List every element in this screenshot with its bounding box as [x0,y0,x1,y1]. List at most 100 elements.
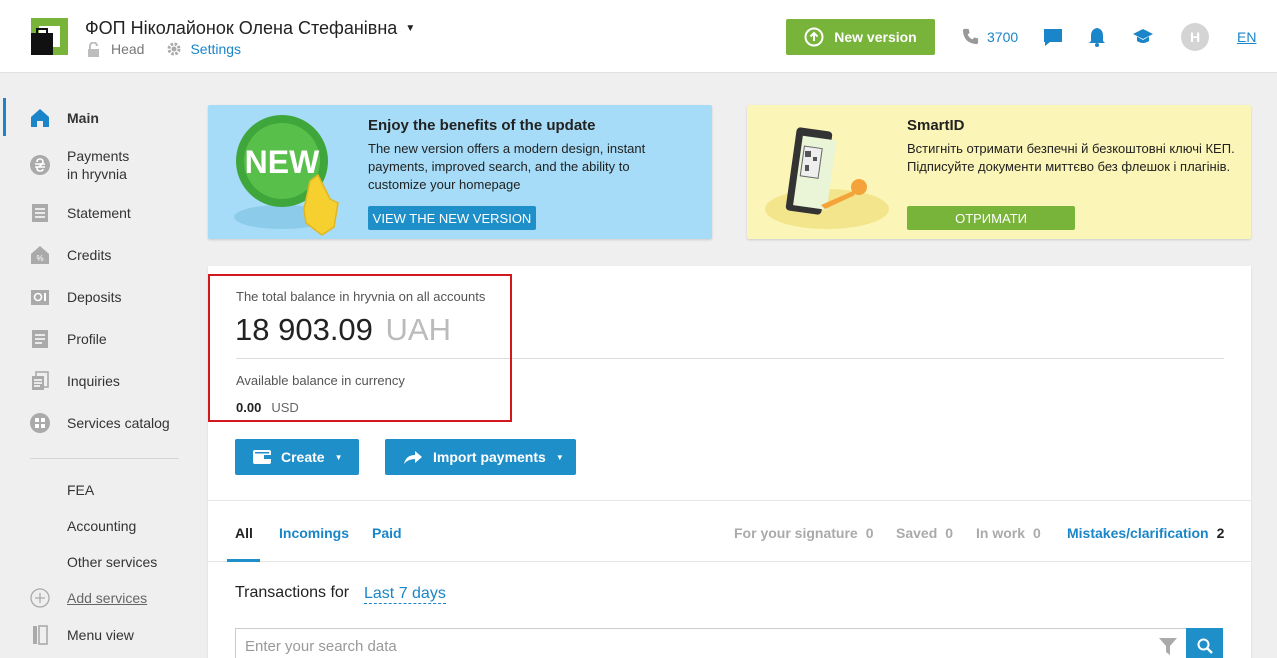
promo-card-smartid: SmartID Встигніть отримати безпечні й бе… [747,105,1251,239]
search-box [235,628,1186,658]
sidebar-item-fea[interactable]: FEA [0,480,195,500]
transactions-label: Transactions for [235,584,350,601]
statement-icon [32,204,48,222]
stat-label: In work [976,525,1026,541]
sidebar-item-accounting[interactable]: Accounting [0,516,195,536]
add-services-label: Add services [67,590,148,606]
chat-icon[interactable] [1042,26,1064,48]
search-button[interactable] [1186,628,1223,658]
bell-icon[interactable] [1086,26,1108,48]
active-tab-indicator [227,559,260,562]
sidebar-item-label: Inquiries [67,373,120,389]
smartid-illustration [765,127,889,229]
top-header: ФОП Ніколайонок Олена Стефанівна ▼ Head S… [0,0,1277,73]
phone-icon [962,28,979,45]
sidebar-item-statement[interactable]: Statement [0,203,195,223]
sidebar-item-label: FEA [67,482,95,498]
sidebar-item-label: Statement [67,205,131,221]
unlock-icon [88,41,99,57]
stat-count: 0 [1033,525,1041,541]
plus-circle-icon [30,588,50,608]
sidebar-item-label: Deposits [67,289,122,305]
period-selector[interactable]: Last 7 days [364,584,446,604]
sidebar-item-deposits[interactable]: Deposits [0,287,195,307]
tab-all[interactable]: All [235,525,253,541]
search-icon [1197,638,1213,654]
stat-label: Saved [896,525,938,541]
company-selector[interactable]: ФОП Ніколайонок Олена Стефанівна ▼ [85,18,415,39]
promo-smartid-text: Встигніть отримати безпечні й безкоштовн… [907,141,1235,174]
caret-down-icon: ▼ [405,23,416,34]
caret-down-icon: ▼ [555,452,564,462]
filter-icon[interactable] [1159,638,1177,655]
sidebar-item-profile[interactable]: Profile [0,329,195,349]
stat-saved[interactable]: Saved 0 [896,525,953,541]
language-switch[interactable]: EN [1237,29,1256,45]
stat-count: 0 [945,525,954,541]
promo-card-update: NEW Enjoy the benefits of the update The… [208,105,712,239]
stat-in-work[interactable]: In work 0 [976,525,1041,541]
balance-highlight-frame [208,274,512,422]
home-icon [31,109,49,127]
new-version-button[interactable]: New version [786,19,935,55]
stat-mistakes[interactable]: Mistakes/clarification 2 [1067,525,1224,541]
sidebar-item-label: Credits [67,247,112,263]
sidebar-item-credits[interactable]: % Credits [0,245,195,265]
services-icon [30,413,50,433]
profile-icon [32,330,48,348]
add-services-link[interactable]: Add services [0,588,195,608]
search-input[interactable] [236,629,1136,658]
avatar[interactable]: H [1181,23,1209,51]
sidebar-item-label: Services catalog [67,415,170,431]
phone-link[interactable]: 3700 [961,27,1018,46]
sidebar-item-label: Accounting [67,518,137,534]
sidebar-item-label: Profile [67,331,107,347]
credits-icon: % [31,246,49,264]
share-arrow-icon [404,451,422,464]
settings-link[interactable]: Settings [190,41,241,57]
sidebar-item-services[interactable]: Services catalog [0,413,195,433]
deposits-icon [31,290,49,305]
new-version-label: New version [834,29,917,45]
graduation-cap-icon[interactable] [1132,26,1154,48]
branch-label: Head [111,41,145,57]
caret-down-icon: ▼ [334,452,343,462]
stat-label: For your signature [734,525,858,541]
phone-number: 3700 [987,28,1019,45]
stat-for-signature[interactable]: For your signature 0 [734,525,873,541]
menu-view-label: Menu view [67,627,134,643]
sidebar-item-main[interactable]: Main [0,108,195,128]
sidebar-item-label: Payments in hryvnia [67,148,130,182]
arrow-up-circle-icon [804,27,824,47]
stat-label: Mistakes/clarification [1067,525,1209,541]
gear-icon[interactable] [166,41,182,57]
transaction-tabs: All Incomings Paid For your signature 0 S… [208,500,1251,562]
sidebar: Main Payments in hryvnia Statement % Cre… [0,74,195,658]
bank-logo[interactable] [31,18,68,55]
menu-view-icon [33,625,48,645]
create-button[interactable]: Create ▼ [235,439,359,475]
sidebar-divider [30,458,179,459]
sidebar-item-other-services[interactable]: Other services [0,552,195,572]
stat-count: 2 [1216,525,1225,541]
company-name: ФОП Ніколайонок Олена Стефанівна [85,18,398,38]
hryvnia-icon [30,155,50,175]
sidebar-item-label: Main [67,110,99,126]
sidebar-item-inquiries[interactable]: Inquiries [0,371,195,391]
new-badge-illustration: NEW [234,115,339,236]
create-label: Create [281,449,325,465]
tab-paid[interactable]: Paid [372,525,402,541]
new-badge-text: NEW [245,144,320,180]
stat-count: 0 [865,525,874,541]
import-payments-button[interactable]: Import payments ▼ [385,439,576,475]
get-smartid-button[interactable]: ОТРИМАТИ [907,206,1075,230]
wallet-icon [253,450,271,464]
view-new-version-button[interactable]: VIEW THE NEW VERSION [368,206,536,230]
company-subrow: Head Settings [86,41,241,57]
inquiries-icon [32,371,49,390]
promo-update-title: Enjoy the benefits of the update [368,117,596,134]
tab-incomings[interactable]: Incomings [279,525,349,541]
sidebar-item-payments[interactable]: Payments in hryvnia [0,147,195,183]
menu-view-toggle[interactable]: Menu view [0,625,195,645]
import-label: Import payments [433,449,546,465]
